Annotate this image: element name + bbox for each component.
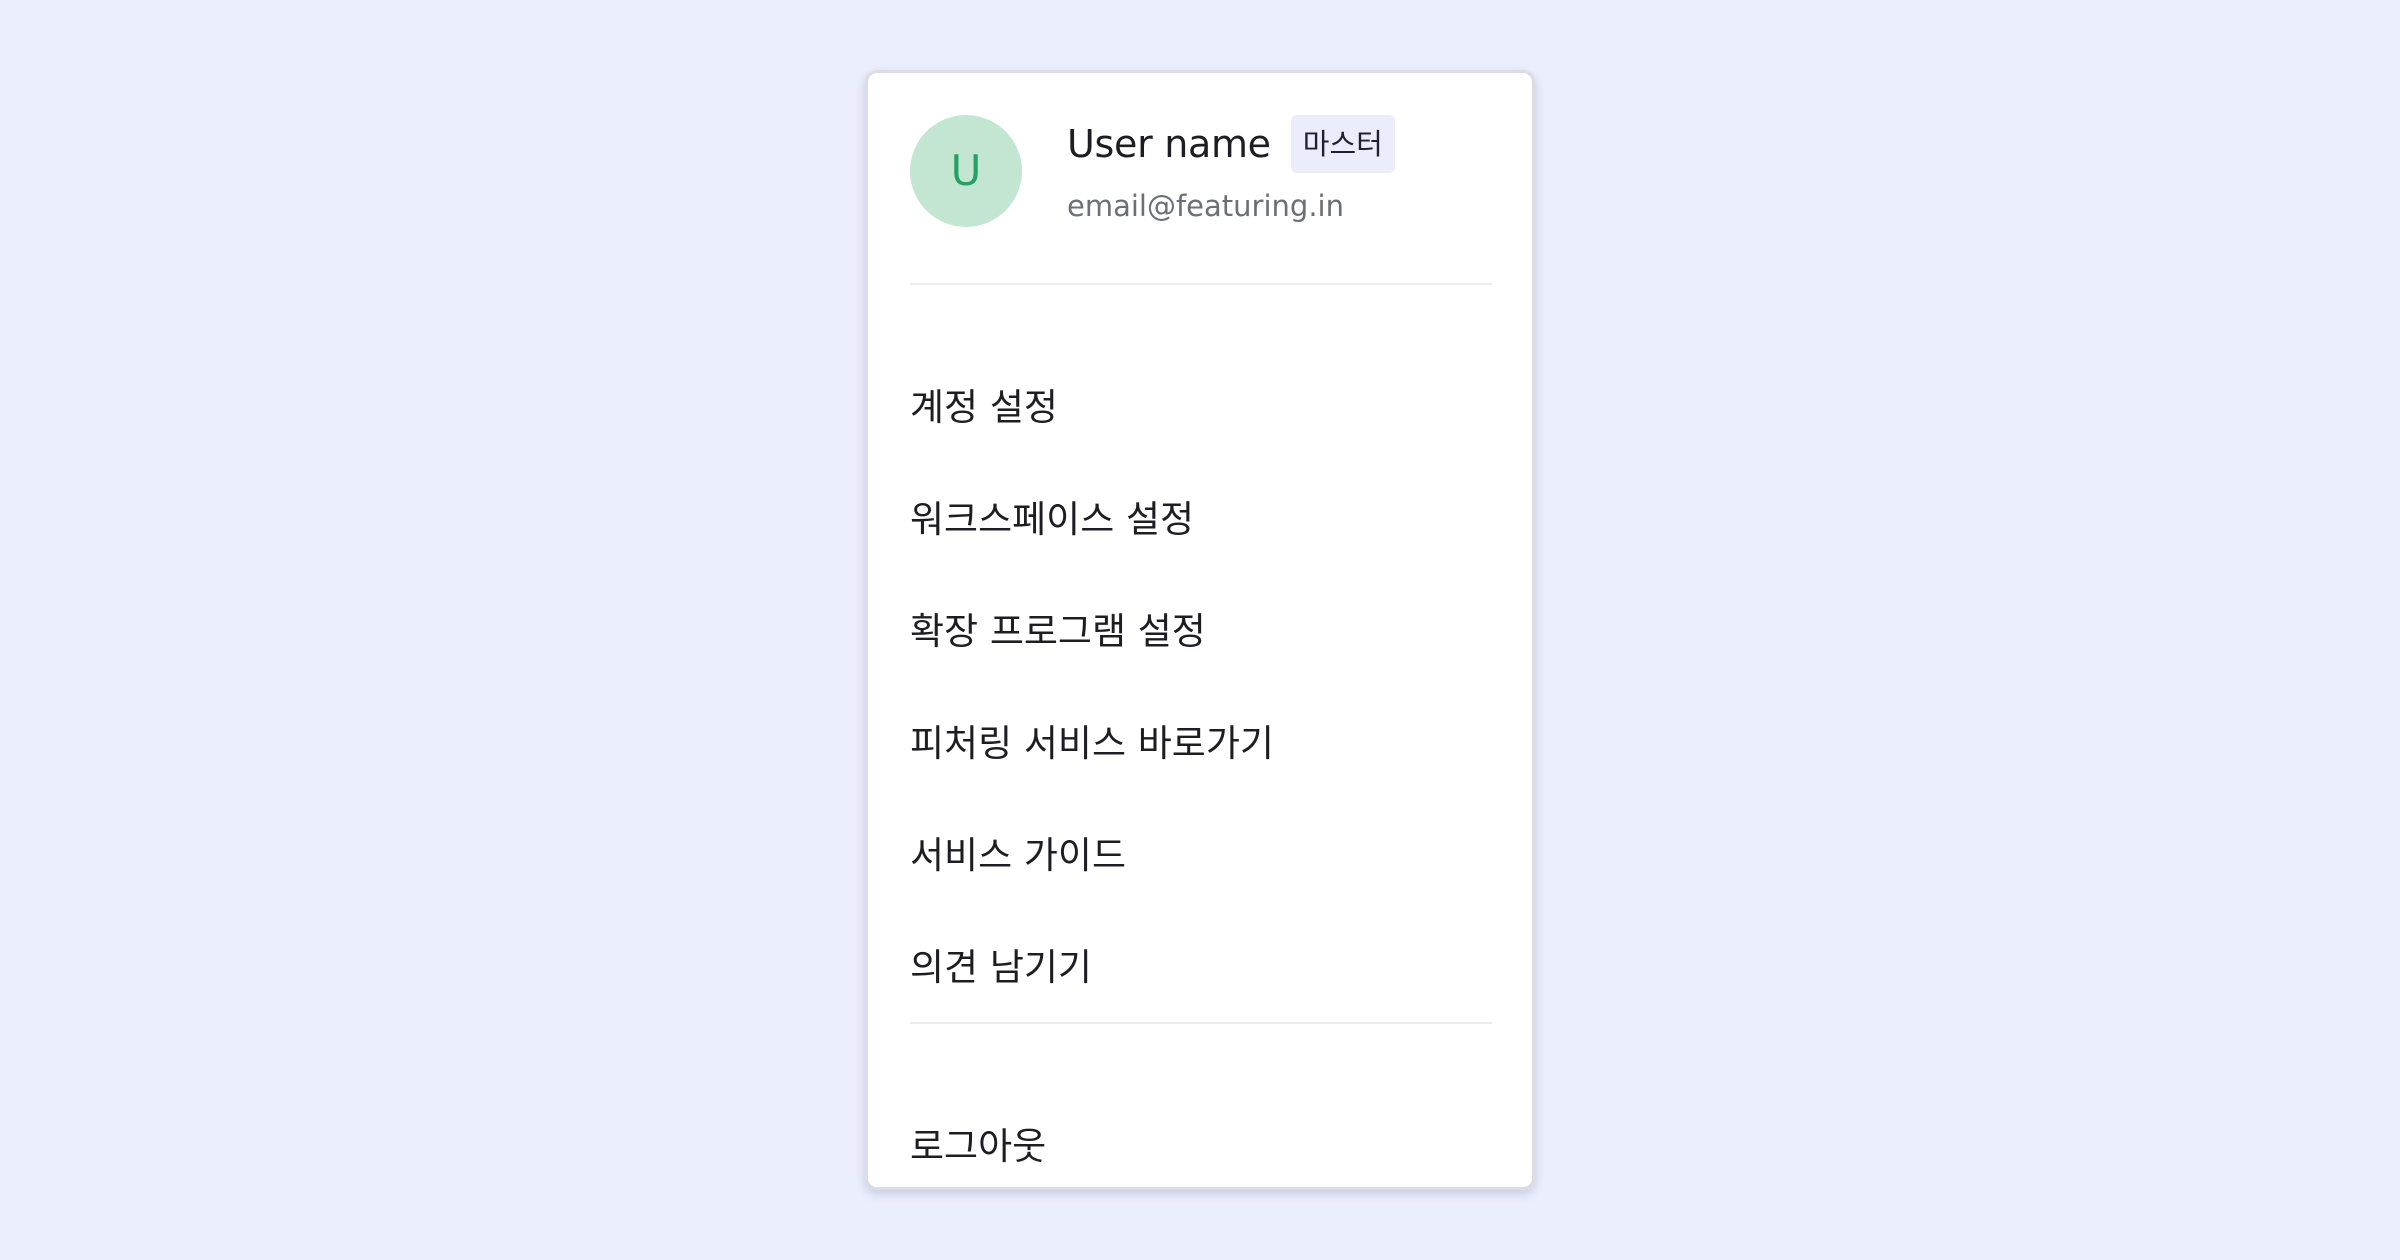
name-row: User name 마스터 — [1067, 115, 1395, 173]
user-profile-header: U User name 마스터 email@featuring.in — [910, 115, 1496, 235]
menu-item-go-to-featuring-service[interactable]: 피처링 서비스 바로가기 — [910, 709, 1492, 779]
user-email: email@featuring.in — [1067, 189, 1344, 223]
user-menu-dropdown: U User name 마스터 email@featuring.in 계정 설정… — [865, 70, 1535, 1190]
divider — [910, 283, 1492, 285]
menu-item-leave-feedback[interactable]: 의견 남기기 — [910, 933, 1492, 1003]
menu-item-workspace-settings[interactable]: 워크스페이스 설정 — [910, 485, 1492, 555]
menu-item-account-settings[interactable]: 계정 설정 — [910, 373, 1492, 443]
role-badge: 마스터 — [1290, 115, 1395, 173]
logout-button[interactable]: 로그아웃 — [910, 1112, 1492, 1182]
menu-item-extension-settings[interactable]: 확장 프로그램 설정 — [910, 597, 1492, 667]
menu-item-service-guide[interactable]: 서비스 가이드 — [910, 821, 1492, 891]
divider — [910, 1022, 1492, 1024]
avatar: U — [910, 115, 1022, 227]
user-name: User name — [1067, 122, 1271, 166]
